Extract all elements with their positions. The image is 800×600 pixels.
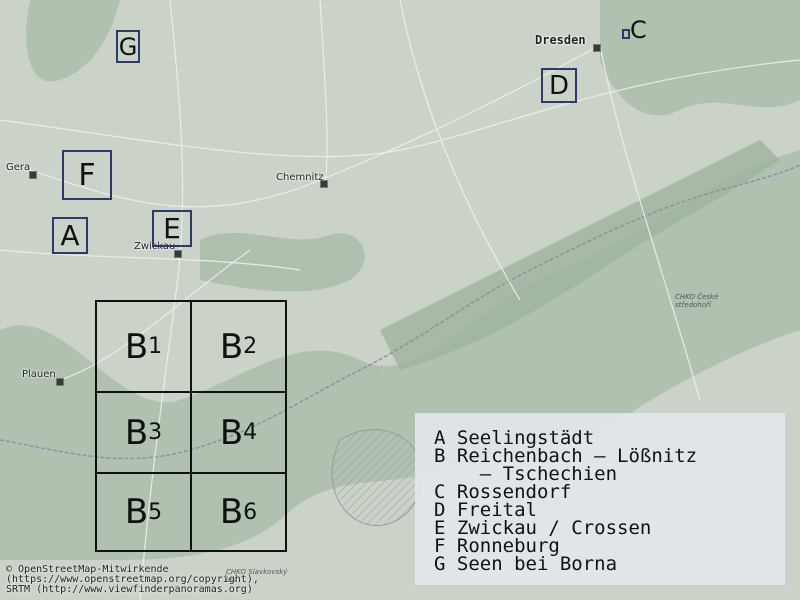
marker-e[interactable]: E xyxy=(152,210,192,247)
grid-cell-b3-letter: B xyxy=(124,412,149,453)
grid-cell-b3[interactable]: B3 xyxy=(95,391,192,474)
grid-cell-b6-letter: B xyxy=(219,492,244,532)
restricted-area xyxy=(331,429,423,527)
grid-cell-b5-letter: B xyxy=(124,492,149,532)
marker-g-label: G xyxy=(118,32,138,61)
marker-a-label: A xyxy=(60,219,80,252)
city-dot-chemnitz xyxy=(320,180,328,188)
map-tag-chko-ceske-line2: středohoří xyxy=(675,301,711,309)
city-label-dresden: Dresden xyxy=(535,33,586,47)
grid-cell-b6[interactable]: B6 xyxy=(190,472,287,552)
grid-cell-b4[interactable]: B4 xyxy=(190,391,287,474)
grid-cell-b1-number: 1 xyxy=(148,334,163,359)
grid-cell-b2-letter: B xyxy=(219,326,244,367)
marker-f[interactable]: F xyxy=(62,150,112,200)
map-tag-chko-ceske-line1: CHKO České xyxy=(675,293,719,301)
grid-cell-b1[interactable]: B1 xyxy=(95,300,192,393)
city-dot-plauen xyxy=(56,378,64,386)
grid-cell-b5-number: 5 xyxy=(148,499,163,525)
grid-cell-b2[interactable]: B2 xyxy=(190,300,287,393)
marker-a[interactable]: A xyxy=(52,217,88,254)
grid-cell-b2-number: 2 xyxy=(243,334,258,359)
city-label-plauen: Plauen xyxy=(22,369,56,380)
city-dot-gera xyxy=(29,171,37,179)
city-dot-dresden xyxy=(593,44,601,52)
legend-item-g: G Seen bei Borna xyxy=(434,553,618,575)
marker-d[interactable]: D xyxy=(541,68,577,103)
city-label-gera: Gera xyxy=(6,162,31,173)
marker-e-label: E xyxy=(163,212,181,245)
marker-f-label: F xyxy=(78,157,96,193)
marker-g[interactable]: G xyxy=(116,30,140,63)
grid-cell-b6-number: 6 xyxy=(243,499,258,525)
grid-cell-b4-letter: B xyxy=(219,412,244,453)
attribution-line-3[interactable]: SRTM (http://www.viewfinderpanoramas.org… xyxy=(6,585,259,595)
map-tag-chko-ceske: CHKO České středohoří xyxy=(675,293,719,309)
grid-cell-b5[interactable]: B5 xyxy=(95,472,192,552)
marker-c-label: C xyxy=(630,16,647,44)
legend-panel: A Seelingstädt B Reichenbach – Lößnitz –… xyxy=(415,413,785,585)
marker-c-box[interactable] xyxy=(622,29,630,39)
city-label-chemnitz: Chemnitz xyxy=(276,172,324,183)
grid-cell-b4-number: 4 xyxy=(243,420,258,445)
map-attribution: © OpenStreetMap-Mitwirkende (https://www… xyxy=(6,565,259,595)
city-dot-zwickau xyxy=(174,250,182,258)
grid-cell-b3-number: 3 xyxy=(148,420,163,445)
grid-cell-b1-letter: B xyxy=(124,326,149,367)
marker-d-label: D xyxy=(548,70,570,101)
